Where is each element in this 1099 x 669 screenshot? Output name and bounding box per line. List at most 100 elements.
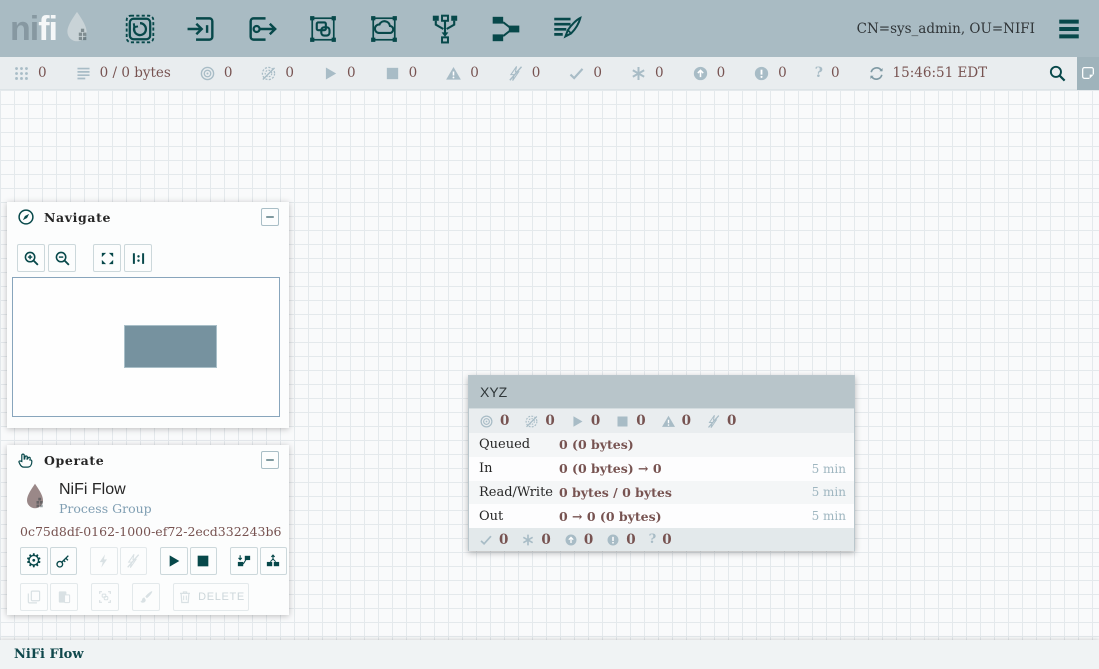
running-status: 0 [322, 65, 356, 82]
disabled-icon [507, 65, 524, 82]
navigate-buttons [7, 232, 289, 276]
group-selection-icon [97, 589, 113, 605]
nifi-app: nifi CN=sys_admin, OU=NIFI 0 [0, 0, 1099, 669]
disable-button[interactable] [120, 547, 148, 575]
search-icon[interactable] [1037, 57, 1077, 90]
input-port-tool-icon[interactable] [184, 12, 218, 46]
navigate-collapse-button[interactable] [261, 208, 279, 226]
zoom-actual-size-button[interactable] [124, 244, 152, 272]
pg-locally-modified-status: 0 [521, 532, 550, 548]
nifi-droplet-icon [59, 9, 95, 49]
crossed-lightning-icon [125, 553, 141, 569]
locally-modified-stale-icon [753, 65, 770, 82]
transmitting-status: 0 [199, 65, 233, 82]
global-menu-icon[interactable] [1053, 16, 1085, 42]
process-group-name: XYZ [480, 384, 507, 400]
zoom-out-button[interactable] [48, 244, 76, 272]
pg-running-status: 0 [570, 413, 600, 429]
active-threads-status: 0 [13, 65, 47, 82]
active-threads-icon [13, 65, 30, 82]
invalid-icon [445, 65, 462, 82]
locally-modified-stale-status: 0 [753, 65, 787, 82]
zoom-in-button[interactable] [17, 244, 45, 272]
pg-sync-failure-status: ? 0 [649, 532, 672, 548]
process-group-header: XYZ [469, 376, 854, 409]
access-policies-button[interactable] [50, 547, 78, 575]
navigate-panel-header: Navigate [7, 202, 289, 232]
upload-template-icon [265, 553, 281, 569]
remote-process-group-tool-icon[interactable] [367, 12, 401, 46]
funnel-tool-icon[interactable] [428, 12, 462, 46]
paste-icon [56, 589, 72, 605]
configure-button[interactable]: ⚙ [20, 547, 48, 575]
label-tool-icon[interactable] [550, 12, 584, 46]
nifi-logo: nifi [10, 9, 95, 49]
table-row-read-write: Read/Write 0 bytes / 0 bytes 5 min [469, 481, 854, 505]
stopped-status: 0 [384, 65, 418, 82]
transmitting-icon [479, 414, 494, 429]
pg-up-to-date-status: 0 [479, 532, 508, 548]
lightning-icon [96, 553, 112, 569]
paint-brush-icon [138, 589, 154, 605]
table-row-queued: Queued 0 (0 bytes) [469, 433, 854, 457]
paste-button[interactable] [50, 583, 78, 611]
locally-modified-icon [521, 533, 535, 547]
not-transmitting-icon [524, 414, 539, 429]
stopped-icon [615, 414, 630, 429]
locally-modified-icon [630, 65, 647, 82]
save-template-icon [236, 553, 252, 569]
color-button[interactable] [132, 583, 160, 611]
delete-button[interactable]: DELETE [173, 583, 249, 611]
processor-tool-icon[interactable] [123, 12, 157, 46]
pg-stopped-status: 0 [615, 413, 645, 429]
component-toolbar [123, 12, 584, 46]
process-group-metrics-table: Queued 0 (0 bytes) In 0 (0 bytes) → 0 5 … [469, 433, 854, 528]
not-transmitting-icon [260, 65, 277, 82]
flow-canvas[interactable]: Navigate Operate [0, 90, 1099, 640]
group-button[interactable] [91, 583, 119, 611]
refresh-status: 15:46:51 EDT [868, 65, 988, 82]
selected-component-id: 0c75d8df-0162-1000-ef72-2ecd332243b6 [7, 516, 289, 539]
not-transmitting-status: 0 [260, 65, 294, 82]
running-icon [570, 414, 585, 429]
navigate-panel: Navigate [7, 202, 289, 428]
sync-failure-status: ? 0 [815, 65, 840, 82]
running-icon [322, 65, 339, 82]
key-icon [55, 553, 71, 569]
stale-icon [564, 533, 578, 547]
minimap-component-rect[interactable] [124, 325, 217, 368]
flow-status-bar: 0 0 / 0 bytes 0 0 0 0 [0, 57, 1099, 90]
selected-component-name: NiFi Flow [59, 481, 152, 499]
bulletin-board-icon[interactable] [1077, 57, 1099, 90]
start-button[interactable] [160, 547, 188, 575]
refresh-icon[interactable] [868, 65, 885, 82]
breadcrumb-bar: NiFi Flow [0, 640, 1099, 669]
logo-text-fi: fi [38, 9, 57, 49]
upload-template-button[interactable] [260, 547, 288, 575]
process-group-component[interactable]: XYZ 0 0 0 0 [468, 375, 855, 551]
queued-icon [75, 65, 92, 82]
create-template-button[interactable] [230, 547, 258, 575]
zoom-fit-button[interactable] [93, 244, 121, 272]
copy-button[interactable] [20, 583, 48, 611]
disabled-icon [706, 414, 721, 429]
pg-invalid-status: 0 [661, 413, 691, 429]
up-to-date-icon [479, 533, 493, 547]
enable-button[interactable] [90, 547, 118, 575]
process-group-tool-icon[interactable] [306, 12, 340, 46]
selected-component-type: Process Group [59, 501, 152, 516]
stale-status: 0 [692, 65, 726, 82]
sync-failure-icon: ? [815, 65, 823, 82]
birdseye-map[interactable] [12, 277, 280, 417]
process-group-stats-row: 0 0 0 0 0 [469, 409, 854, 433]
process-group-droplet-icon [20, 481, 50, 515]
breadcrumb-root-link[interactable]: NiFi Flow [14, 647, 84, 662]
operate-collapse-button[interactable] [261, 451, 279, 469]
top-toolbar: nifi CN=sys_admin, OU=NIFI [0, 0, 1099, 57]
up-to-date-status: 0 [568, 65, 602, 82]
stop-button[interactable] [190, 547, 218, 575]
table-row-out: Out 0 → 0 (0 bytes) 5 min [469, 504, 854, 528]
template-tool-icon[interactable] [489, 12, 523, 46]
output-port-tool-icon[interactable] [245, 12, 279, 46]
pg-locally-modified-stale-status: 0 [606, 532, 635, 548]
